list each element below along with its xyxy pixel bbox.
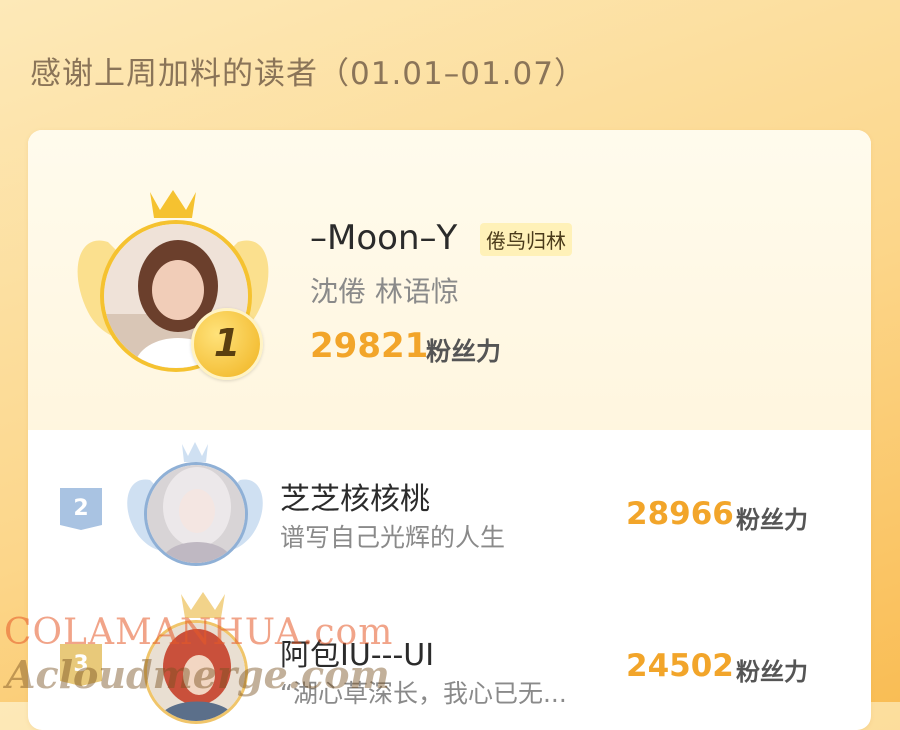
rank-1-medal: 1: [191, 308, 263, 380]
reader-score: 28966: [626, 496, 734, 532]
reader-unit: 粉丝力: [736, 506, 808, 534]
page-title: 感谢上周加料的读者（01.01–01.07）: [30, 56, 586, 92]
rank-number: 2: [73, 496, 89, 521]
watermark-text: COLAMANHUA.com: [4, 612, 394, 653]
list-item[interactable]: 2 芝芝核核桃 谱写自己光辉的人生 28966 粉丝力: [28, 430, 871, 590]
top-reader-score: 29821: [310, 326, 429, 366]
top-reader-name[interactable]: –Moon–Y: [310, 218, 457, 258]
reader-unit: 粉丝力: [736, 658, 808, 686]
top-reader-unit: 粉丝力: [426, 337, 502, 366]
top-reader-section[interactable]: 1 –Moon–Y 倦鸟归林 沈倦 林语惊 29821 粉丝力: [28, 130, 871, 430]
fan-title-badge: 倦鸟归林: [480, 223, 572, 256]
rank-number: 1: [213, 321, 241, 365]
reader-score: 24502: [626, 648, 734, 684]
top-reader-subtitle: 沈倦 林语惊: [310, 275, 459, 308]
watermark-text: Acloudmerge.com: [6, 652, 390, 697]
reader-name[interactable]: 芝芝核核桃: [280, 474, 430, 518]
rank-2-badge: 2: [60, 488, 102, 530]
avatar[interactable]: [144, 462, 248, 566]
reader-subtitle: 谱写自己光辉的人生: [280, 523, 506, 552]
